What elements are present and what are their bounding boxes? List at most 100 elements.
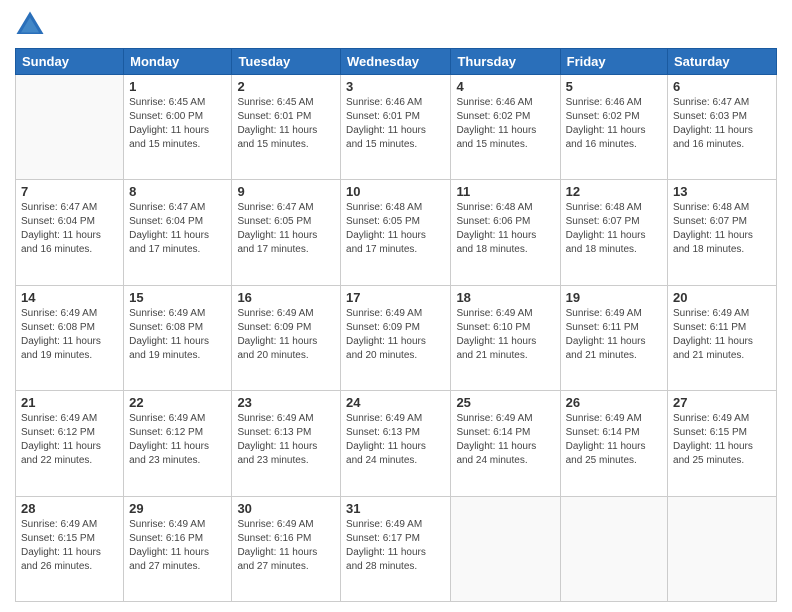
calendar-cell: 18 Sunrise: 6:49 AM Sunset: 6:10 PM Dayli…	[451, 285, 560, 390]
day-header-row: SundayMondayTuesdayWednesdayThursdayFrid…	[16, 49, 777, 75]
calendar-cell: 1 Sunrise: 6:45 AM Sunset: 6:00 PM Daylig…	[124, 75, 232, 180]
logo	[15, 10, 49, 40]
logo-icon	[15, 10, 45, 40]
day-number: 25	[456, 395, 554, 410]
calendar-body: 1 Sunrise: 6:45 AM Sunset: 6:00 PM Daylig…	[16, 75, 777, 602]
calendar-cell: 13 Sunrise: 6:48 AM Sunset: 6:07 PM Dayli…	[668, 180, 777, 285]
day-number: 7	[21, 184, 118, 199]
calendar-cell: 25 Sunrise: 6:49 AM Sunset: 6:14 PM Dayli…	[451, 391, 560, 496]
day-number: 3	[346, 79, 445, 94]
calendar-cell	[560, 496, 667, 601]
calendar-cell: 19Sunrise: 6:49 AM Sunset: 6:11 PM Dayli…	[560, 285, 667, 390]
day-number: 8	[129, 184, 226, 199]
day-number: 1	[129, 79, 226, 94]
day-info: Sunrise: 6:49 AM Sunset: 6:08 PM Dayligh…	[21, 307, 118, 363]
calendar-cell: 7 Sunrise: 6:47 AM Sunset: 6:04 PM Daylig…	[16, 180, 124, 285]
calendar-week-3: 14 Sunrise: 6:49 AM Sunset: 6:08 PM Dayli…	[16, 285, 777, 390]
day-number: 23	[237, 395, 335, 410]
day-number: 15	[129, 290, 226, 305]
main-container: SundayMondayTuesdayWednesdayThursdayFrid…	[0, 0, 792, 612]
day-number: 26	[566, 395, 662, 410]
day-info: Sunrise: 6:45 AM Sunset: 6:01 PM Dayligh…	[237, 96, 335, 152]
day-number: 4	[456, 79, 554, 94]
calendar-cell: 5Sunrise: 6:46 AM Sunset: 6:02 PM Daylig…	[560, 75, 667, 180]
calendar-cell: 23Sunrise: 6:49 AM Sunset: 6:13 PM Dayli…	[232, 391, 341, 496]
calendar-header: SundayMondayTuesdayWednesdayThursdayFrid…	[16, 49, 777, 75]
day-info: Sunrise: 6:46 AM Sunset: 6:01 PM Dayligh…	[346, 96, 445, 152]
day-info: Sunrise: 6:47 AM Sunset: 6:03 PM Dayligh…	[673, 96, 771, 152]
calendar-cell: 29 Sunrise: 6:49 AM Sunset: 6:16 PM Dayli…	[124, 496, 232, 601]
calendar-cell: 11 Sunrise: 6:48 AM Sunset: 6:06 PM Dayli…	[451, 180, 560, 285]
calendar-cell: 20Sunrise: 6:49 AM Sunset: 6:11 PM Dayli…	[668, 285, 777, 390]
day-info: Sunrise: 6:49 AM Sunset: 6:14 PM Dayligh…	[456, 412, 554, 468]
day-info: Sunrise: 6:46 AM Sunset: 6:02 PM Dayligh…	[566, 96, 662, 152]
calendar-cell: 21 Sunrise: 6:49 AM Sunset: 6:12 PM Dayli…	[16, 391, 124, 496]
day-number: 31	[346, 501, 445, 516]
day-info: Sunrise: 6:49 AM Sunset: 6:09 PM Dayligh…	[346, 307, 445, 363]
day-number: 24	[346, 395, 445, 410]
day-number: 14	[21, 290, 118, 305]
calendar-cell: 26 Sunrise: 6:49 AM Sunset: 6:14 PM Dayli…	[560, 391, 667, 496]
day-info: Sunrise: 6:49 AM Sunset: 6:12 PM Dayligh…	[21, 412, 118, 468]
day-info: Sunrise: 6:47 AM Sunset: 6:04 PM Dayligh…	[21, 201, 118, 257]
day-info: Sunrise: 6:47 AM Sunset: 6:04 PM Dayligh…	[129, 201, 226, 257]
day-info: Sunrise: 6:49 AM Sunset: 6:11 PM Dayligh…	[673, 307, 771, 363]
calendar-cell: 24 Sunrise: 6:49 AM Sunset: 6:13 PM Dayli…	[341, 391, 451, 496]
calendar-cell: 12Sunrise: 6:48 AM Sunset: 6:07 PM Dayli…	[560, 180, 667, 285]
day-info: Sunrise: 6:48 AM Sunset: 6:07 PM Dayligh…	[673, 201, 771, 257]
day-info: Sunrise: 6:45 AM Sunset: 6:00 PM Dayligh…	[129, 96, 226, 152]
day-header-tuesday: Tuesday	[232, 49, 341, 75]
day-info: Sunrise: 6:49 AM Sunset: 6:16 PM Dayligh…	[129, 518, 226, 574]
calendar-cell: 30 Sunrise: 6:49 AM Sunset: 6:16 PM Dayli…	[232, 496, 341, 601]
day-number: 21	[21, 395, 118, 410]
day-info: Sunrise: 6:49 AM Sunset: 6:09 PM Dayligh…	[237, 307, 335, 363]
calendar-cell: 16 Sunrise: 6:49 AM Sunset: 6:09 PM Dayli…	[232, 285, 341, 390]
day-number: 22	[129, 395, 226, 410]
header	[15, 10, 777, 40]
day-info: Sunrise: 6:49 AM Sunset: 6:10 PM Dayligh…	[456, 307, 554, 363]
day-info: Sunrise: 6:49 AM Sunset: 6:13 PM Dayligh…	[346, 412, 445, 468]
day-info: Sunrise: 6:49 AM Sunset: 6:15 PM Dayligh…	[21, 518, 118, 574]
day-header-thursday: Thursday	[451, 49, 560, 75]
day-info: Sunrise: 6:49 AM Sunset: 6:16 PM Dayligh…	[237, 518, 335, 574]
day-header-saturday: Saturday	[668, 49, 777, 75]
day-info: Sunrise: 6:49 AM Sunset: 6:14 PM Dayligh…	[566, 412, 662, 468]
calendar-cell: 14 Sunrise: 6:49 AM Sunset: 6:08 PM Dayli…	[16, 285, 124, 390]
calendar-cell: 27 Sunrise: 6:49 AM Sunset: 6:15 PM Dayli…	[668, 391, 777, 496]
calendar-cell: 31 Sunrise: 6:49 AM Sunset: 6:17 PM Dayli…	[341, 496, 451, 601]
day-info: Sunrise: 6:49 AM Sunset: 6:11 PM Dayligh…	[566, 307, 662, 363]
day-info: Sunrise: 6:49 AM Sunset: 6:15 PM Dayligh…	[673, 412, 771, 468]
day-header-friday: Friday	[560, 49, 667, 75]
day-number: 2	[237, 79, 335, 94]
day-number: 27	[673, 395, 771, 410]
day-info: Sunrise: 6:49 AM Sunset: 6:17 PM Dayligh…	[346, 518, 445, 574]
day-number: 17	[346, 290, 445, 305]
day-number: 18	[456, 290, 554, 305]
day-number: 30	[237, 501, 335, 516]
day-info: Sunrise: 6:46 AM Sunset: 6:02 PM Dayligh…	[456, 96, 554, 152]
calendar-cell: 8 Sunrise: 6:47 AM Sunset: 6:04 PM Daylig…	[124, 180, 232, 285]
calendar-week-4: 21 Sunrise: 6:49 AM Sunset: 6:12 PM Dayli…	[16, 391, 777, 496]
calendar-week-1: 1 Sunrise: 6:45 AM Sunset: 6:00 PM Daylig…	[16, 75, 777, 180]
day-info: Sunrise: 6:48 AM Sunset: 6:06 PM Dayligh…	[456, 201, 554, 257]
day-number: 11	[456, 184, 554, 199]
day-number: 16	[237, 290, 335, 305]
calendar-cell: 28 Sunrise: 6:49 AM Sunset: 6:15 PM Dayli…	[16, 496, 124, 601]
day-header-monday: Monday	[124, 49, 232, 75]
day-number: 6	[673, 79, 771, 94]
day-info: Sunrise: 6:48 AM Sunset: 6:07 PM Dayligh…	[566, 201, 662, 257]
day-number: 13	[673, 184, 771, 199]
day-info: Sunrise: 6:49 AM Sunset: 6:08 PM Dayligh…	[129, 307, 226, 363]
calendar-cell: 15 Sunrise: 6:49 AM Sunset: 6:08 PM Dayli…	[124, 285, 232, 390]
day-info: Sunrise: 6:47 AM Sunset: 6:05 PM Dayligh…	[237, 201, 335, 257]
day-number: 29	[129, 501, 226, 516]
calendar-cell: 6 Sunrise: 6:47 AM Sunset: 6:03 PM Daylig…	[668, 75, 777, 180]
day-number: 28	[21, 501, 118, 516]
calendar-cell	[451, 496, 560, 601]
calendar-cell: 9Sunrise: 6:47 AM Sunset: 6:05 PM Daylig…	[232, 180, 341, 285]
calendar-cell: 22Sunrise: 6:49 AM Sunset: 6:12 PM Dayli…	[124, 391, 232, 496]
calendar-week-5: 28 Sunrise: 6:49 AM Sunset: 6:15 PM Dayli…	[16, 496, 777, 601]
calendar-week-2: 7 Sunrise: 6:47 AM Sunset: 6:04 PM Daylig…	[16, 180, 777, 285]
day-number: 10	[346, 184, 445, 199]
calendar-cell	[16, 75, 124, 180]
